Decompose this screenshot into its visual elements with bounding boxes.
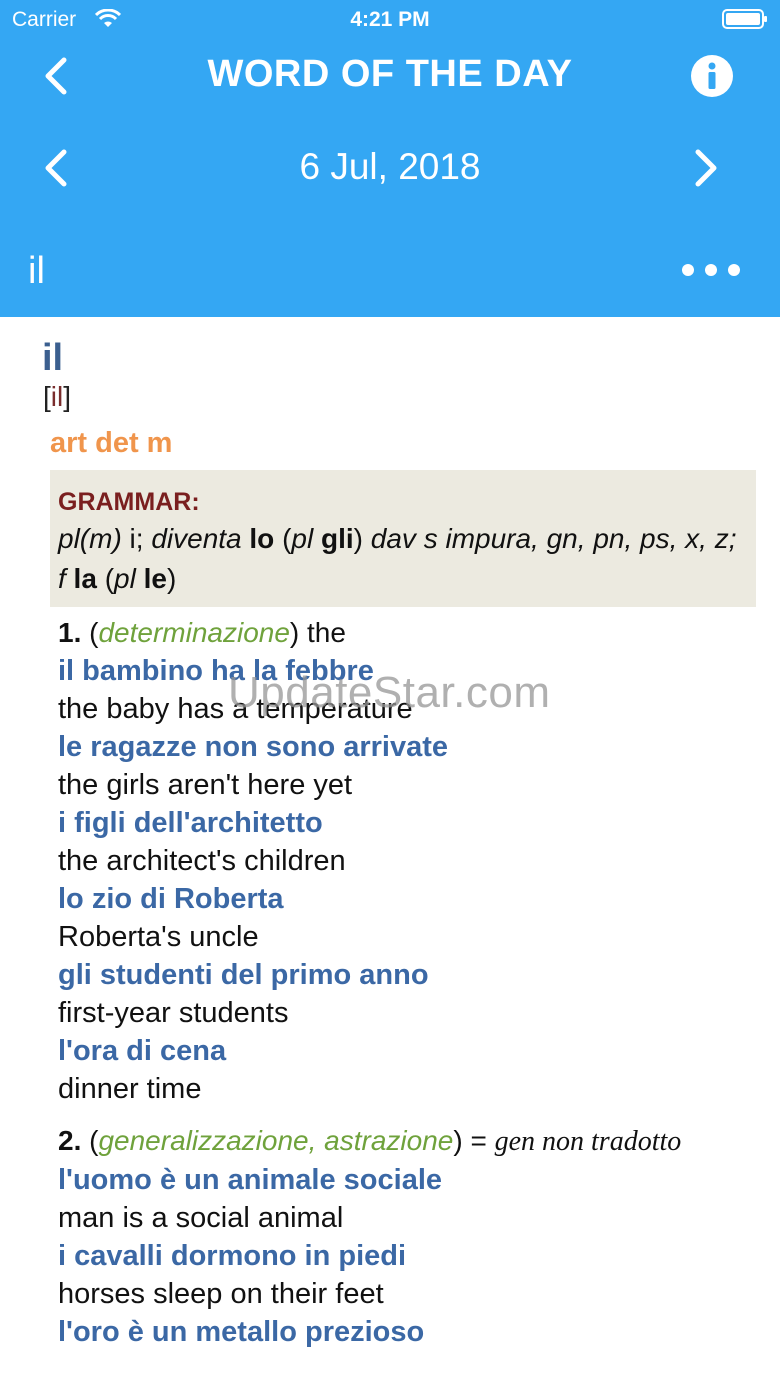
example-english: man is a social animal [58,1202,344,1234]
sense-heading: 2. (generalizzazione, astrazione) = gen … [58,1125,682,1157]
page-title: WORD OF THE DAY [207,53,573,95]
example-italian: gli studenti del primo anno [58,959,429,991]
current-word: il [28,250,45,292]
example-italian: le ragazze non sono arrivate [58,731,449,763]
date-label: 6 Jul, 2018 [299,146,481,187]
clock: 4:21 PM [350,8,430,31]
sense-note: gen non tradotto [494,1126,682,1157]
sense-number: 2. [58,1125,82,1156]
example-italian: l'oro è un metallo prezioso [58,1316,425,1348]
more-dots-icon[interactable] [680,258,742,282]
next-chevron-icon[interactable] [688,148,722,188]
example-italian: il bambino ha la febbre [58,655,374,687]
example-italian: l'uomo è un animale sociale [58,1164,443,1196]
example-english: the architect's children [58,845,346,877]
nav-row-word: il [0,245,780,295]
example-italian: i figli dell'architetto [58,807,323,839]
nav-row-date: 6 Jul, 2018 [0,140,780,196]
sense-context: generalizzazione, astrazione [98,1125,454,1156]
info-icon[interactable] [690,54,734,98]
example-english: first-year students [58,997,289,1029]
senses-list: 1. (determinazione) the il bambino ha la… [58,614,758,1351]
pronunciation-text: il [50,381,64,412]
headword: il [42,337,64,379]
battery-icon [722,9,767,29]
grammar-box: GRAMMAR: pl(m) i; diventa lo (pl gli) da… [50,470,756,607]
grammar-label: GRAMMAR: [58,488,200,516]
part-of-speech: art det m [50,427,173,459]
example-italian: l'ora di cena [58,1035,227,1067]
example-english: Roberta's uncle [58,921,259,953]
example-english: horses sleep on their feet [58,1278,384,1310]
example-english: the baby has a temperature [58,693,413,725]
grammar-text: pl(m) i; diventa lo (pl gli) dav s impur… [58,523,737,594]
sense-number: 1. [58,617,82,648]
example-english: the girls aren't here yet [58,769,353,801]
example-italian: i cavalli dormono in piedi [58,1240,407,1272]
pronunciation: [il] [43,381,72,412]
sense-context: determinazione [98,617,290,648]
sense-heading: 1. (determinazione) the [58,617,346,648]
example-english: dinner time [58,1073,202,1105]
header: Carrier 4:21 PM WORD OF THE DAY 6 Jul, 2… [0,0,780,317]
status-bar: Carrier 4:21 PM [0,0,780,40]
nav-row-title: WORD OF THE DAY [0,48,780,104]
example-italian: lo zio di Roberta [58,883,284,915]
